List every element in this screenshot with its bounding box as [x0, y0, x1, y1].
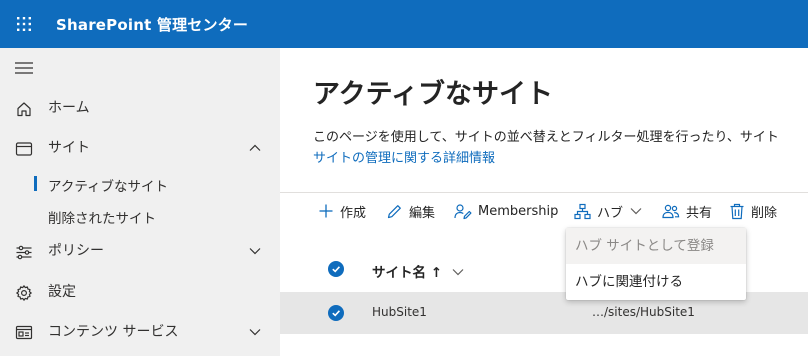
sidebar-item-label: ホーム: [48, 100, 90, 116]
membership-button[interactable]: Membership: [454, 202, 558, 220]
column-header-site-name[interactable]: サイト名 ↑: [372, 261, 465, 281]
learn-more-link[interactable]: サイトの管理に関する詳細情報: [313, 147, 495, 166]
site-name-cell[interactable]: HubSite1: [372, 305, 427, 319]
menu-item-associate-with-hub[interactable]: ハブに関連付ける: [566, 264, 746, 300]
row-checkbox[interactable]: [328, 305, 344, 321]
menu-item-register-hub-site[interactable]: ハブ サイトとして登録: [566, 228, 746, 264]
sidebar-item-label: ポリシー: [48, 243, 104, 259]
create-button[interactable]: 作成: [318, 202, 367, 221]
sidebar-item-settings[interactable]: 設定: [0, 276, 280, 308]
sidebar-item-policies[interactable]: ポリシー: [0, 235, 280, 267]
edit-label: 編集: [409, 205, 436, 221]
main-content: アクティブなサイト このページを使用して、サイトの並べ替えとフィルター処理を行っ…: [280, 48, 808, 356]
page-description: このページを使用して、サイトの並べ替えとフィルター処理を行ったり、サイト: [313, 130, 779, 145]
app-title[interactable]: SharePoint 管理センター: [56, 14, 248, 35]
edit-button[interactable]: 編集: [386, 202, 436, 221]
sliders-icon: [16, 245, 32, 260]
sidebar-subitem-label: 削除されたサイト: [48, 211, 156, 227]
select-all-checkbox[interactable]: [328, 261, 344, 277]
hub-button[interactable]: ハブ: [574, 202, 649, 221]
membership-label: Membership: [478, 203, 559, 219]
top-bar: SharePoint 管理センター: [0, 0, 808, 48]
delete-button[interactable]: 削除: [729, 202, 778, 221]
checkmark-icon: [332, 310, 340, 317]
trash-icon: [730, 203, 744, 219]
sidebar-subitem-deleted-sites[interactable]: 削除されたサイト: [0, 200, 280, 230]
share-label: 共有: [686, 205, 713, 221]
create-label: 作成: [340, 205, 367, 221]
column-header-label: サイト名 ↑: [372, 265, 443, 281]
sidebar-subitem-label: アクティブなサイト: [48, 179, 169, 195]
plus-icon: [319, 204, 333, 218]
sidebar-item-label: コンテンツ サービス: [48, 324, 179, 340]
share-button[interactable]: 共有: [662, 202, 713, 221]
chevron-down-icon[interactable]: [248, 326, 262, 338]
content-services-icon: [15, 325, 33, 340]
sidebar: ホーム サイト アクティブなサイト 削除されたサイト ポリシー 設定 コンテンツ…: [0, 48, 280, 356]
delete-label: 削除: [751, 205, 778, 221]
window-icon: [15, 142, 33, 156]
person-edit-icon: [454, 203, 472, 219]
chevron-down-icon[interactable]: [248, 245, 262, 257]
home-icon: [17, 102, 31, 117]
sidebar-item-content-services[interactable]: コンテンツ サービス: [0, 316, 280, 348]
sidebar-subitem-active-sites[interactable]: アクティブなサイト: [0, 168, 280, 198]
hub-label: ハブ: [597, 205, 624, 221]
sidebar-item-label: サイト: [48, 140, 90, 156]
sidebar-item-home[interactable]: ホーム: [0, 92, 280, 124]
waffle-icon: [17, 17, 31, 31]
checkmark-icon: [332, 266, 340, 273]
chevron-down-icon: [452, 269, 464, 276]
site-url-cell: …/sites/HubSite1: [592, 305, 695, 319]
command-bar: 作成 編集 Membership ハブ 共有 削除: [280, 192, 808, 226]
gear-icon: [16, 285, 32, 301]
chevron-up-icon[interactable]: [248, 142, 262, 154]
sidebar-item-label: 設定: [48, 284, 76, 300]
hub-icon: [574, 203, 591, 219]
app-launcher-button[interactable]: [0, 0, 48, 48]
pencil-icon: [387, 204, 401, 218]
chevron-down-icon: [630, 208, 642, 215]
selected-indicator: [34, 176, 37, 191]
sidebar-item-sites[interactable]: サイト: [0, 132, 280, 164]
page-title: アクティブなサイト: [313, 79, 554, 110]
hamburger-menu-icon[interactable]: [14, 60, 34, 76]
people-icon: [662, 204, 680, 218]
hub-dropdown-menu: ハブ サイトとして登録 ハブに関連付ける: [566, 228, 746, 300]
